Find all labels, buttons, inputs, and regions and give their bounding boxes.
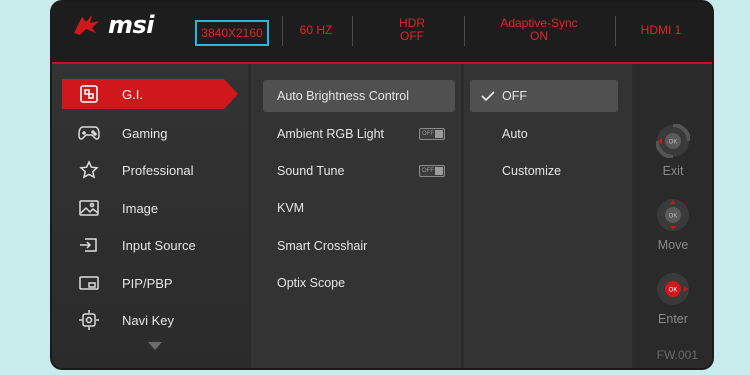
sub-item-auto-brightness[interactable]: Auto Brightness Control — [263, 80, 455, 112]
sub-item-ambient-rgb[interactable]: Ambient RGB Light OFF — [263, 118, 455, 150]
brand-logo-text: msi — [108, 11, 155, 39]
options-menu: OFF Auto Customize — [464, 64, 632, 368]
nav-item-label: Gaming — [122, 125, 168, 141]
main-menu: G.I. Gaming Professional Image Input Sou… — [52, 64, 248, 368]
sub-item-sound-tune[interactable]: Sound Tune OFF — [263, 155, 455, 187]
svg-text:OK: OK — [669, 214, 678, 220]
input-readout: HDMI 1 — [640, 22, 682, 37]
nav-item-label: PIP/PBP — [122, 275, 173, 291]
status-header: msi 3840X2160 60 HZ HDR OFF Adaptive-Syn… — [52, 2, 712, 64]
scroll-down-icon[interactable] — [148, 342, 162, 350]
osd-window: msi 3840X2160 60 HZ HDR OFF Adaptive-Syn… — [52, 2, 712, 368]
nav-item-label: Navi Key — [122, 312, 175, 328]
exit-hint: OK Exit — [634, 123, 712, 178]
image-icon — [78, 197, 100, 219]
option-off[interactable]: OFF — [470, 80, 618, 112]
joystick-enter-icon: OK — [656, 272, 690, 306]
move-hint: OK Move — [634, 198, 712, 252]
header-divider — [352, 16, 353, 46]
refresh-rate-readout: 60 HZ — [299, 22, 333, 37]
enter-hint: OK Enter — [634, 272, 712, 326]
nav-item-input-source[interactable]: Input Source — [62, 230, 236, 260]
sub-item-optix-scope[interactable]: Optix Scope — [263, 267, 455, 299]
nav-item-gi[interactable]: G.I. — [62, 79, 238, 109]
nav-item-label: Input Source — [122, 237, 196, 253]
sound-tune-toggle[interactable]: OFF — [419, 165, 445, 177]
svg-text:OK: OK — [669, 288, 678, 294]
joystick-exit-icon: OK — [655, 123, 691, 159]
msi-logo: msi — [72, 11, 155, 39]
nav-item-gaming[interactable]: Gaming — [62, 118, 236, 148]
header-divider — [282, 16, 283, 46]
checkmark-icon — [481, 91, 495, 102]
ambient-rgb-toggle[interactable]: OFF — [419, 128, 445, 140]
sub-menu: Auto Brightness Control Ambient RGB Ligh… — [251, 64, 461, 368]
svg-text:OK: OK — [669, 140, 678, 146]
nav-item-label: Professional — [122, 162, 194, 178]
nav-item-image[interactable]: Image — [62, 193, 236, 223]
sub-item-kvm[interactable]: KVM — [263, 192, 455, 224]
input-source-icon — [78, 234, 100, 256]
sub-item-smart-crosshair[interactable]: Smart Crosshair — [263, 230, 455, 262]
gamepad-icon — [78, 122, 100, 144]
hdr-readout: HDR OFF — [399, 16, 425, 43]
header-divider — [615, 16, 616, 46]
nav-item-pip-pbp[interactable]: PIP/PBP — [62, 268, 236, 298]
nav-item-label: G.I. — [122, 86, 143, 102]
dragon-icon — [74, 15, 99, 35]
pip-icon — [78, 272, 100, 294]
navi-key-icon — [78, 309, 100, 331]
adaptive-sync-readout: Adaptive-Sync ON — [500, 16, 578, 43]
option-customize[interactable]: Customize — [470, 155, 618, 187]
nav-item-professional[interactable]: Professional — [62, 155, 236, 185]
gi-icon — [78, 83, 100, 105]
nav-item-label: Image — [122, 200, 159, 216]
firmware-version: FW.001 — [656, 348, 698, 362]
option-auto[interactable]: Auto — [470, 118, 618, 150]
nav-item-navi-key[interactable]: Navi Key — [62, 305, 236, 335]
control-hints: OK Exit OK Move OK Enter FW.001 — [634, 64, 712, 368]
header-divider — [464, 16, 465, 46]
resolution-readout: 3840X2160 — [195, 20, 269, 46]
star-icon — [78, 159, 100, 181]
joystick-move-icon: OK — [656, 198, 690, 232]
